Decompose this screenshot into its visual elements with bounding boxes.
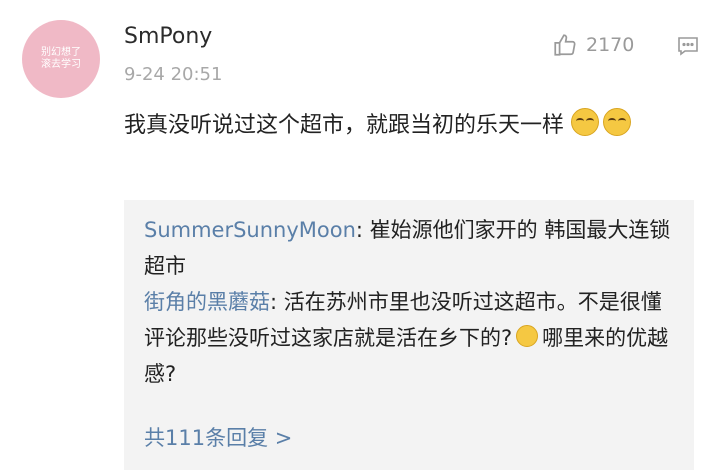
more-replies-link[interactable]: 共111条回复 > xyxy=(144,422,292,452)
reply-username[interactable]: SummerSunnyMoon xyxy=(144,218,356,242)
laugh-cry-emoji xyxy=(603,108,632,136)
thumbs-up-icon xyxy=(554,34,576,56)
like-button[interactable]: 2170 xyxy=(552,32,634,58)
avatar-text-line2: 滚去学习 xyxy=(41,59,81,70)
like-count: 2170 xyxy=(586,34,635,56)
avatar-text-line1: 别幻想了 xyxy=(41,47,81,58)
reply-icon[interactable] xyxy=(676,34,700,58)
reply-item: 街角的黑蘑菇: 活在苏州市里也没听过这超市。不是很懂评论那些没听过这家店就是活在… xyxy=(144,284,674,392)
avatar[interactable]: 别幻想了 滚去学习 xyxy=(22,20,100,98)
smile-emoji xyxy=(516,325,539,347)
reply-username[interactable]: 街角的黑蘑菇 xyxy=(144,290,270,314)
timestamp: 9-24 20:51 xyxy=(124,64,223,85)
comment-text: 我真没听说过这个超市，就跟当初的乐天一样 xyxy=(124,104,694,148)
username[interactable]: SmPony xyxy=(124,24,212,49)
laugh-cry-emoji xyxy=(571,108,600,136)
comment-body: 我真没听说过这个超市，就跟当初的乐天一样 xyxy=(124,113,565,138)
replies-box: SummerSunnyMoon: 崔始源他们家开的 韩国最大连锁超市 街角的黑蘑… xyxy=(124,200,694,470)
reply-item: SummerSunnyMoon: 崔始源他们家开的 韩国最大连锁超市 xyxy=(144,212,674,284)
